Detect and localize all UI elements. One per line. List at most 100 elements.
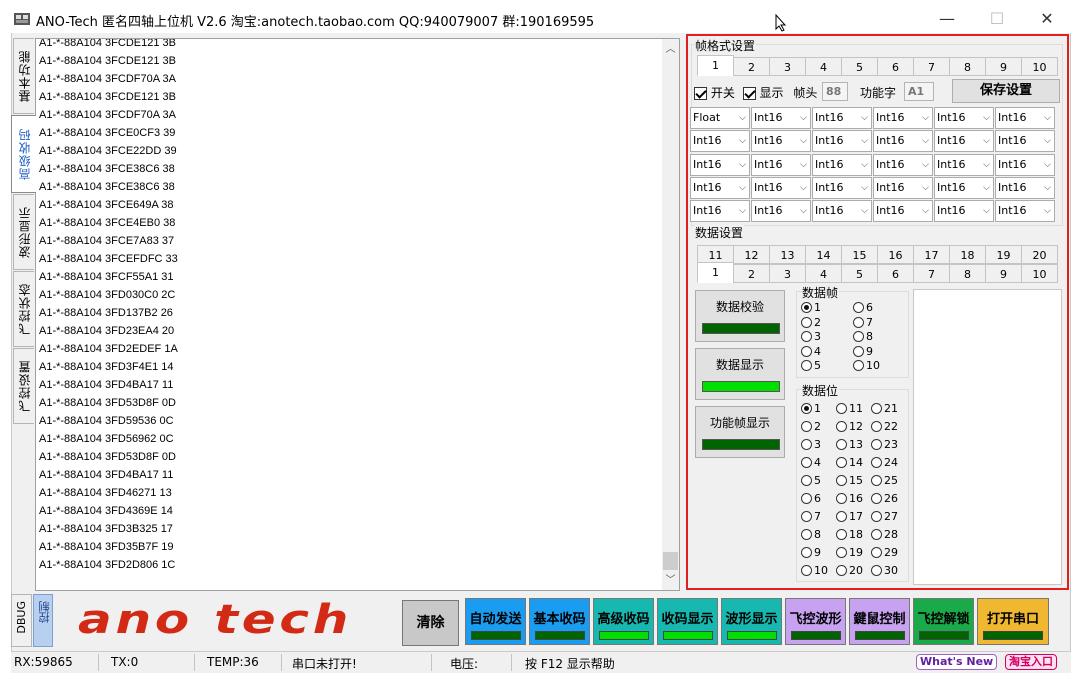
type-select[interactable]: Int16 ⌵ [812, 200, 872, 223]
radio-option[interactable]: 6 [853, 301, 873, 315]
tab-tabs_row2-5[interactable]: 5 [841, 264, 878, 283]
type-select[interactable]: Int16 ⌵ [995, 153, 1055, 176]
tab-tabs_row2-6[interactable]: 6 [877, 264, 914, 283]
type-select[interactable]: Int16 ⌵ [934, 153, 994, 176]
radio-option[interactable]: 19 [836, 546, 863, 560]
type-select[interactable]: Int16 ⌵ [812, 130, 872, 153]
radio-option[interactable]: 18 [836, 528, 863, 542]
function-button[interactable]: 打开串口 [977, 598, 1049, 645]
radio-option[interactable]: 12 [836, 420, 863, 434]
tab-tabs-5[interactable]: 5 [841, 57, 878, 76]
data-verify-button[interactable]: 数据校验 [695, 290, 785, 342]
type-select[interactable]: Float ⌵ [690, 107, 750, 129]
tab-tabs_row2-7[interactable]: 7 [913, 264, 950, 283]
tab-tabs_row1-12[interactable]: 12 [733, 245, 770, 264]
tab-tabs_row2-10[interactable]: 10 [1021, 264, 1058, 283]
tab-tabs_row1-16[interactable]: 16 [877, 245, 914, 264]
data-view-box[interactable] [913, 289, 1062, 585]
tab-tabs-2[interactable]: 2 [733, 57, 770, 76]
radio-option[interactable]: 13 [836, 438, 863, 452]
tab-tabs-3[interactable]: 3 [769, 57, 806, 76]
radio-option[interactable]: 24 [871, 456, 898, 470]
type-select[interactable]: Int16 ⌵ [873, 130, 933, 153]
radio-option[interactable]: 16 [836, 492, 863, 506]
type-select[interactable]: Int16 ⌵ [934, 176, 994, 199]
type-select[interactable]: Int16 ⌵ [995, 200, 1055, 223]
radio-option[interactable]: 23 [871, 438, 898, 452]
taobao-button[interactable]: 淘宝入口 [1005, 654, 1057, 670]
type-select[interactable]: Int16 ⌵ [995, 176, 1055, 199]
function-button[interactable]: 基本收码 [529, 598, 590, 645]
switch-checkbox[interactable] [694, 87, 707, 100]
save-settings-button[interactable]: 保存设置 [952, 79, 1060, 103]
type-select[interactable]: Int16 ⌵ [873, 200, 933, 223]
radio-option[interactable]: 17 [836, 510, 863, 524]
func-field[interactable]: A1 [904, 82, 934, 101]
function-button[interactable]: 自动发送 [465, 598, 526, 645]
tab-tabs_row1-15[interactable]: 15 [841, 245, 878, 264]
tab-tabs-7[interactable]: 7 [913, 57, 950, 76]
radio-option[interactable]: 28 [871, 528, 898, 542]
type-select[interactable]: Int16 ⌵ [934, 107, 994, 129]
radio-option[interactable]: 20 [836, 564, 863, 578]
radio-option[interactable]: 5 [801, 474, 821, 488]
radio-option[interactable]: 8 [853, 330, 873, 344]
clear-button[interactable]: 清除 [402, 600, 459, 646]
tab-tabs_row1-18[interactable]: 18 [949, 245, 986, 264]
radio-option[interactable]: 5 [801, 359, 821, 373]
tab-flight-settings[interactable]: 飞控设置 [13, 348, 34, 424]
header-field[interactable]: 88 [822, 82, 848, 101]
tab-waveform[interactable]: 波形显示 [13, 194, 34, 270]
scroll-down-icon[interactable]: ﹀ [662, 572, 679, 589]
tab-tabs_row2-3[interactable]: 3 [769, 264, 806, 283]
type-select[interactable]: Int16 ⌵ [751, 200, 811, 223]
radio-option[interactable]: 1 [801, 301, 821, 315]
tab-tabs_row1-17[interactable]: 17 [913, 245, 950, 264]
radio-option[interactable]: 7 [853, 316, 873, 330]
tab-tabs_row2-2[interactable]: 2 [733, 264, 770, 283]
type-select[interactable]: Int16 ⌵ [873, 153, 933, 176]
tab-flight-status[interactable]: 飞控状态 [13, 271, 34, 347]
tab-advanced-receive[interactable]: 高级收码 [11, 115, 36, 193]
close-button[interactable]: ✕ [1030, 6, 1064, 32]
radio-option[interactable]: 2 [801, 420, 821, 434]
tab-tabs_row2-8[interactable]: 8 [949, 264, 986, 283]
radio-option[interactable]: 22 [871, 420, 898, 434]
type-select[interactable]: Int16 ⌵ [751, 176, 811, 199]
type-select[interactable]: Int16 ⌵ [812, 153, 872, 176]
radio-option[interactable]: 27 [871, 510, 898, 524]
function-button[interactable]: 高级收码 [593, 598, 654, 645]
tab-tabs_row1-20[interactable]: 20 [1021, 245, 1058, 264]
type-select[interactable]: Int16 ⌵ [690, 200, 750, 223]
radio-option[interactable]: 14 [836, 456, 863, 470]
type-select[interactable]: Int16 ⌵ [873, 107, 933, 129]
type-select[interactable]: Int16 ⌵ [751, 130, 811, 153]
radio-option[interactable]: 15 [836, 474, 863, 488]
radio-option[interactable]: 1 [801, 402, 821, 416]
type-select[interactable]: Int16 ⌵ [751, 107, 811, 129]
function-button[interactable]: 飞控解锁 [913, 598, 974, 645]
tab-tabs_row2-4[interactable]: 4 [805, 264, 842, 283]
radio-option[interactable]: 4 [801, 456, 821, 470]
radio-option[interactable]: 10 [853, 359, 880, 373]
type-select[interactable]: Int16 ⌵ [751, 153, 811, 176]
type-select[interactable]: Int16 ⌵ [812, 176, 872, 199]
type-select[interactable]: Int16 ⌵ [934, 130, 994, 153]
minimize-button[interactable]: — [930, 6, 964, 32]
radio-option[interactable]: 21 [871, 402, 898, 416]
function-button[interactable]: 飞控波形 [785, 598, 846, 645]
function-button[interactable]: 鍵鼠控制 [849, 598, 910, 645]
radio-option[interactable]: 4 [801, 345, 821, 359]
type-select[interactable]: Int16 ⌵ [690, 153, 750, 176]
tab-tabs_row1-13[interactable]: 13 [769, 245, 806, 264]
type-select[interactable]: Int16 ⌵ [995, 130, 1055, 153]
tab-tabs-10[interactable]: 10 [1021, 57, 1058, 76]
log-scrollbar[interactable]: ︿ ﹀ [662, 39, 679, 590]
type-select[interactable]: Int16 ⌵ [812, 107, 872, 129]
radio-option[interactable]: 11 [836, 402, 863, 416]
tab-tabs-6[interactable]: 6 [877, 57, 914, 76]
tab-tabs_row1-14[interactable]: 14 [805, 245, 842, 264]
type-select[interactable]: Int16 ⌵ [690, 130, 750, 153]
scroll-thumb[interactable] [663, 552, 678, 570]
tab-tabs_row2-9[interactable]: 9 [985, 264, 1022, 283]
